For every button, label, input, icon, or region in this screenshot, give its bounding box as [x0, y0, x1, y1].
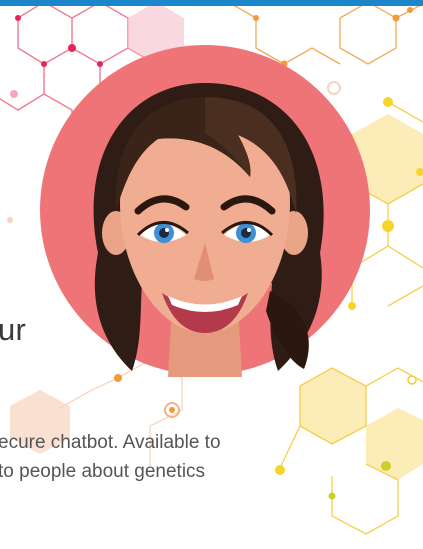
hero-description-line-1: ecure chatbot. Available to — [0, 432, 221, 453]
chatbot-avatar-icon — [40, 45, 370, 377]
hero-description: ecure chatbot. Available to to people ab… — [0, 428, 423, 486]
hero-heading-fragment: ur — [0, 312, 26, 347]
hero-description-line-2: to people about genetics — [0, 461, 206, 482]
